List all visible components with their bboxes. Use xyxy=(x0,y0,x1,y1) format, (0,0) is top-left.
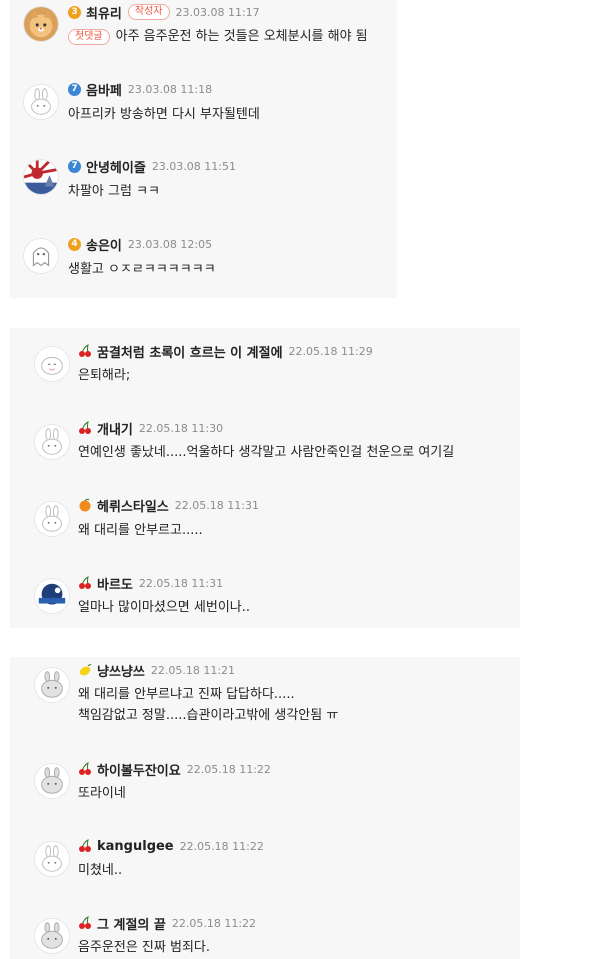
comment-header: 7 음바페 23.03.08 11:18 xyxy=(68,80,213,99)
gray-bunny-avatar-icon[interactable] xyxy=(34,667,70,703)
level-icon: 7 xyxy=(68,82,81,96)
nickname[interactable]: 최유리 xyxy=(86,3,122,22)
comment-header: 바르도 22.05.18 11:31 xyxy=(78,574,224,593)
comment-date: 22.05.18 11:22 xyxy=(171,916,257,930)
nickname[interactable]: 송은이 xyxy=(86,235,122,254)
comment-text: 얼마나 많이마셨으면 세번이나.. xyxy=(78,600,251,615)
cat-avatar-icon[interactable] xyxy=(23,6,59,42)
smile-bunny-avatar-icon[interactable] xyxy=(34,346,70,382)
nickname[interactable]: 꿈결처럼 초록이 흐르는 이 계절에 xyxy=(97,342,283,361)
comment-header: 냥쓰냥쓰 22.05.18 11:21 xyxy=(78,661,236,680)
level-icon: 3 xyxy=(68,5,81,19)
gray-bunny-avatar-icon[interactable] xyxy=(34,918,70,954)
comment-text-line-2: 책임감없고 정말.....습관이라고밖에 생각안됨 ㅠ xyxy=(78,708,339,723)
nickname[interactable]: 하이볼두잔이요 xyxy=(97,760,181,779)
blue-logo-avatar-icon[interactable] xyxy=(34,578,70,614)
comment-text: 음주운전은 진짜 범죄다. xyxy=(78,940,210,955)
level-icon: 7 xyxy=(68,159,81,173)
comment-text: 은퇴해라; xyxy=(78,368,131,383)
comment-panel-2: 꿈결처럼 초록이 흐르는 이 계절에 22.05.18 11:29 은퇴해라; … xyxy=(10,328,520,628)
comment-text: 미쳤네.. xyxy=(78,863,123,878)
comment-date: 23.03.08 11:51 xyxy=(151,159,236,173)
cherry-icon xyxy=(78,344,92,358)
comment-date: 23.03.08 11:18 xyxy=(127,82,213,96)
nickname[interactable]: 안녕헤이즐 xyxy=(86,157,146,176)
comment-header: 개내기 22.05.18 11:30 xyxy=(78,419,224,438)
comment-date: 22.05.18 11:22 xyxy=(179,839,264,853)
comment-text: 아프리카 방송하면 다시 부자될텐데 xyxy=(68,107,260,122)
cherry-icon xyxy=(78,916,92,930)
nickname[interactable]: kangulgee xyxy=(97,839,174,854)
comment-header: 헤뤼스타일스 22.05.18 11:31 xyxy=(78,496,259,515)
lemon-icon xyxy=(78,663,92,677)
comment-body: 첫댓글 아주 음주운전 하는 것들은 오체분시를 해야 됨 xyxy=(68,27,368,46)
comment-date: 22.05.18 11:21 xyxy=(150,663,236,677)
cherry-icon xyxy=(78,762,92,776)
gray-bunny-avatar-icon[interactable] xyxy=(34,763,70,799)
nickname[interactable]: 그 계절의 끝 xyxy=(97,914,166,933)
comment-text: 생활고 ㅇㅈㄹㅋㅋㅋㅋㅋㅋ xyxy=(68,262,216,277)
default-bunny-avatar-icon[interactable] xyxy=(34,841,70,877)
ghost-avatar-icon[interactable] xyxy=(23,238,59,274)
comment-panel-1: 3 최유리 작성자 23.03.08 11:17 첫댓글 아주 음주운전 하는 … xyxy=(10,0,397,298)
comment-text-line-1: 왜 대리를 안부르냐고 진짜 답답하다..... xyxy=(78,687,295,702)
comment-text: 아주 음주운전 하는 것들은 오체분시를 해야 됨 xyxy=(115,29,368,44)
comment-header: 7 안녕헤이즐 23.03.08 11:51 xyxy=(68,157,236,176)
cherry-icon xyxy=(78,421,92,435)
first-comment-badge: 첫댓글 xyxy=(68,28,110,45)
level-icon: 4 xyxy=(68,237,81,251)
nickname[interactable]: 바르도 xyxy=(97,574,133,593)
comment-header: 3 최유리 작성자 23.03.08 11:17 xyxy=(68,3,260,22)
comment-date: 22.05.18 11:29 xyxy=(288,344,373,358)
comment-text: 또라이네 xyxy=(78,786,126,801)
comment-date: 23.03.08 11:17 xyxy=(175,5,260,19)
nickname[interactable]: 음바페 xyxy=(86,80,122,99)
default-bunny-avatar-icon[interactable] xyxy=(34,424,70,460)
comment-panel-3: 냥쓰냥쓰 22.05.18 11:21 왜 대리를 안부르냐고 진짜 답답하다.… xyxy=(10,657,520,959)
comment-text: 왜 대리를 안부르고..... xyxy=(78,523,203,538)
comment-date: 23.03.08 12:05 xyxy=(127,237,213,251)
orange-icon xyxy=(78,498,92,512)
comment-date: 22.05.18 11:30 xyxy=(138,421,224,435)
nickname[interactable]: 헤뤼스타일스 xyxy=(97,496,169,515)
comment-header: 그 계절의 끝 22.05.18 11:22 xyxy=(78,914,257,933)
comment-header: kangulgee 22.05.18 11:22 xyxy=(78,837,264,855)
rising-sun-avatar-icon[interactable] xyxy=(23,159,59,195)
nickname[interactable]: 개내기 xyxy=(97,419,133,438)
comment-date: 22.05.18 11:31 xyxy=(174,498,259,512)
comment-text: 차팔아 그럼 ㅋㅋ xyxy=(68,184,160,199)
comment-header: 4 송은이 23.03.08 12:05 xyxy=(68,235,213,254)
cherry-icon xyxy=(78,576,92,590)
nickname[interactable]: 냥쓰냥쓰 xyxy=(97,661,145,680)
comment-header: 꿈결처럼 초록이 흐르는 이 계절에 22.05.18 11:29 xyxy=(78,342,373,361)
default-bunny-avatar-icon[interactable] xyxy=(23,84,59,120)
comment-date: 22.05.18 11:22 xyxy=(186,762,271,776)
author-badge: 작성자 xyxy=(127,4,170,20)
comment-date: 22.05.18 11:31 xyxy=(138,576,224,590)
default-bunny-avatar-icon[interactable] xyxy=(34,501,70,537)
cherry-icon xyxy=(78,839,92,853)
comment-text: 연예인생 좋났네.....억울하다 생각말고 사람안죽인걸 천운으로 여기길 xyxy=(78,445,455,460)
comment-header: 하이볼두잔이요 22.05.18 11:22 xyxy=(78,760,271,779)
